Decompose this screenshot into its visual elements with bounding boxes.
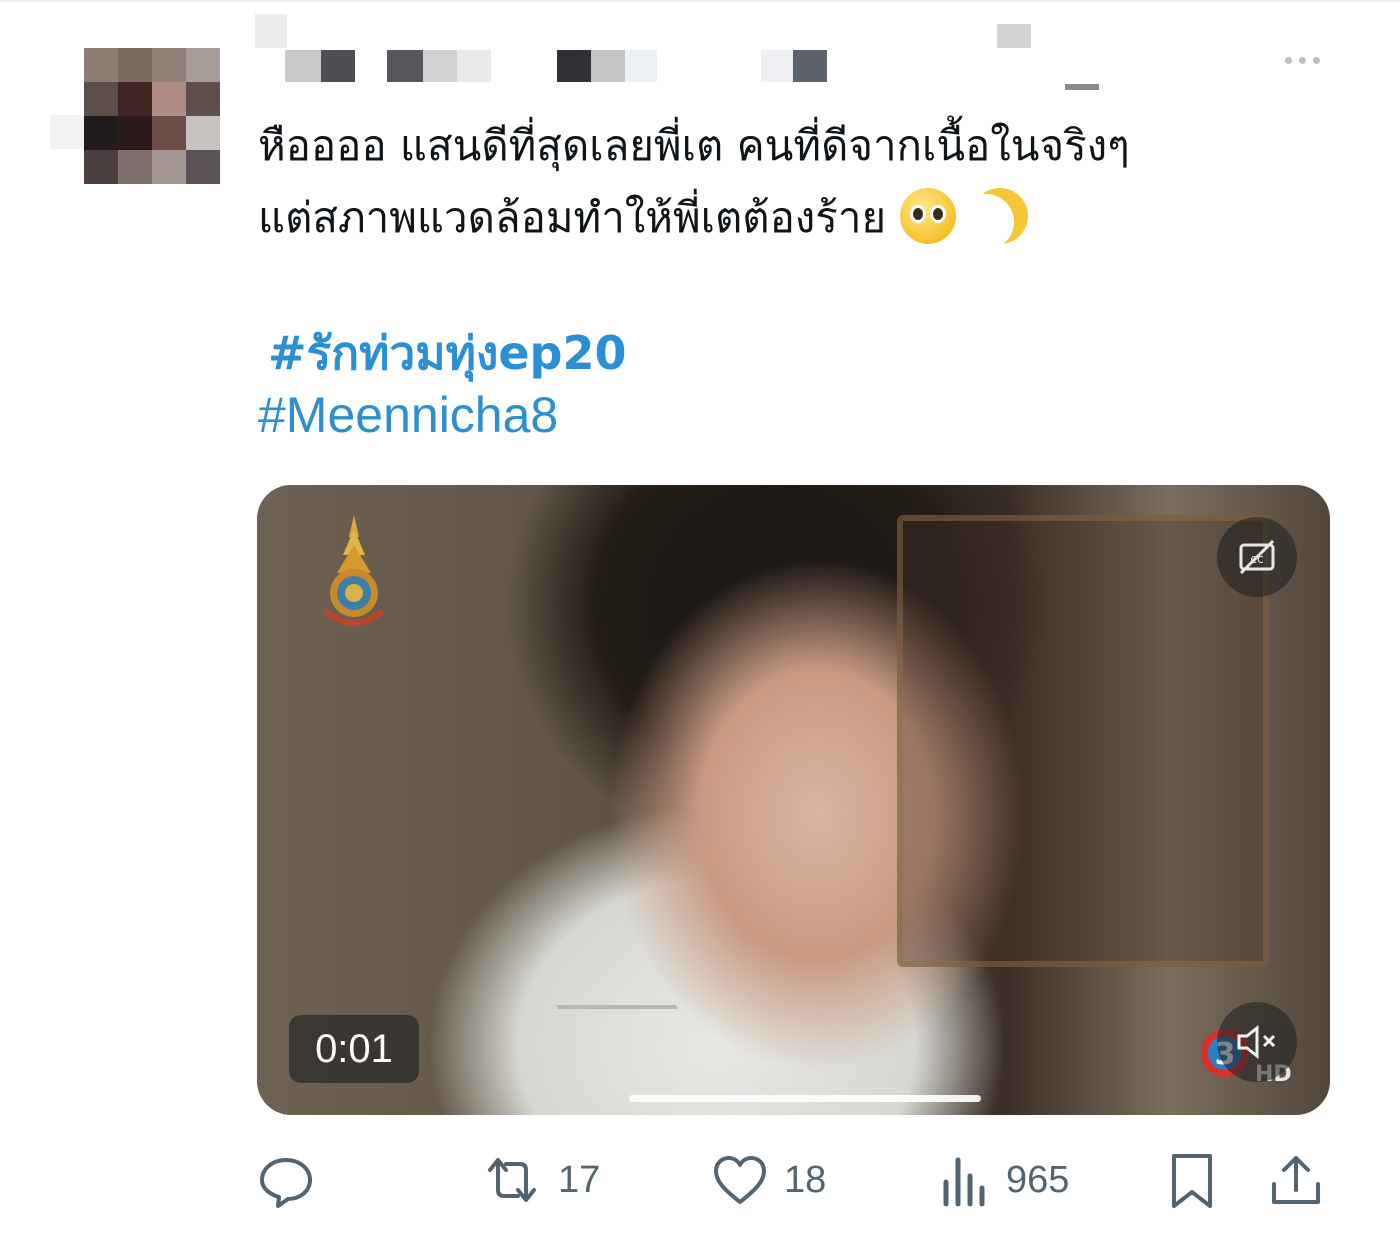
- retweet-count: 17: [558, 1158, 601, 1201]
- tweet-text-line: แต่สภาพแวดล้อมทำให้พี่เตต้องร้าย: [258, 182, 1338, 254]
- avatar-edge: [50, 115, 84, 149]
- mute-icon[interactable]: [1217, 1002, 1297, 1082]
- reply-icon: [260, 1158, 312, 1208]
- tweet-text-line-2: แต่สภาพแวดล้อมทำให้พี่เตต้องร้าย: [258, 193, 887, 242]
- hashtag-link[interactable]: #รักท่วมทุ่งep20: [258, 322, 627, 384]
- video-timestamp: 0:01: [289, 1015, 419, 1083]
- hashtags: #รักท่วมทุ่งep20 #Meennicha8: [258, 322, 627, 446]
- bookmark-icon: [1172, 1154, 1212, 1208]
- share-button[interactable]: [1270, 1140, 1322, 1220]
- video-progress-bar[interactable]: [629, 1095, 981, 1102]
- heart-icon: [714, 1156, 766, 1204]
- views-button[interactable]: 965: [940, 1140, 1069, 1220]
- bookmark-button[interactable]: [1166, 1140, 1218, 1220]
- retweet-button[interactable]: 17: [482, 1140, 600, 1220]
- video-player[interactable]: cc 3 HD 0:01: [257, 485, 1330, 1115]
- more-options-icon[interactable]: [1274, 50, 1330, 70]
- tweet-actions: 17 18 965: [0, 1140, 1400, 1220]
- reply-button[interactable]: [258, 1140, 314, 1220]
- crescent-moon-icon: [972, 188, 1028, 244]
- views-icon: [943, 1157, 985, 1207]
- avatar[interactable]: [84, 48, 220, 184]
- hashtag-link[interactable]: #Meennicha8: [258, 384, 627, 446]
- royal-emblem-icon: [323, 515, 385, 626]
- background-painting: [897, 515, 1269, 967]
- closed-captions-icon[interactable]: cc: [1217, 517, 1297, 597]
- top-divider: [0, 0, 1400, 2]
- pleading-face-icon: [900, 188, 957, 244]
- views-count: 965: [1006, 1158, 1070, 1201]
- share-icon: [1272, 1156, 1320, 1204]
- author-name-pixelated[interactable]: [255, 14, 1099, 90]
- like-button[interactable]: 18: [712, 1140, 826, 1220]
- tweet-text-line: หืออออ แสนดีที่สุดเลยพี่เต คนที่ดีจากเนื…: [258, 121, 1130, 170]
- like-count: 18: [784, 1158, 827, 1201]
- tweet-text: หืออออ แสนดีที่สุดเลยพี่เต คนที่ดีจากเนื…: [258, 110, 1338, 254]
- retweet-icon: [488, 1158, 536, 1202]
